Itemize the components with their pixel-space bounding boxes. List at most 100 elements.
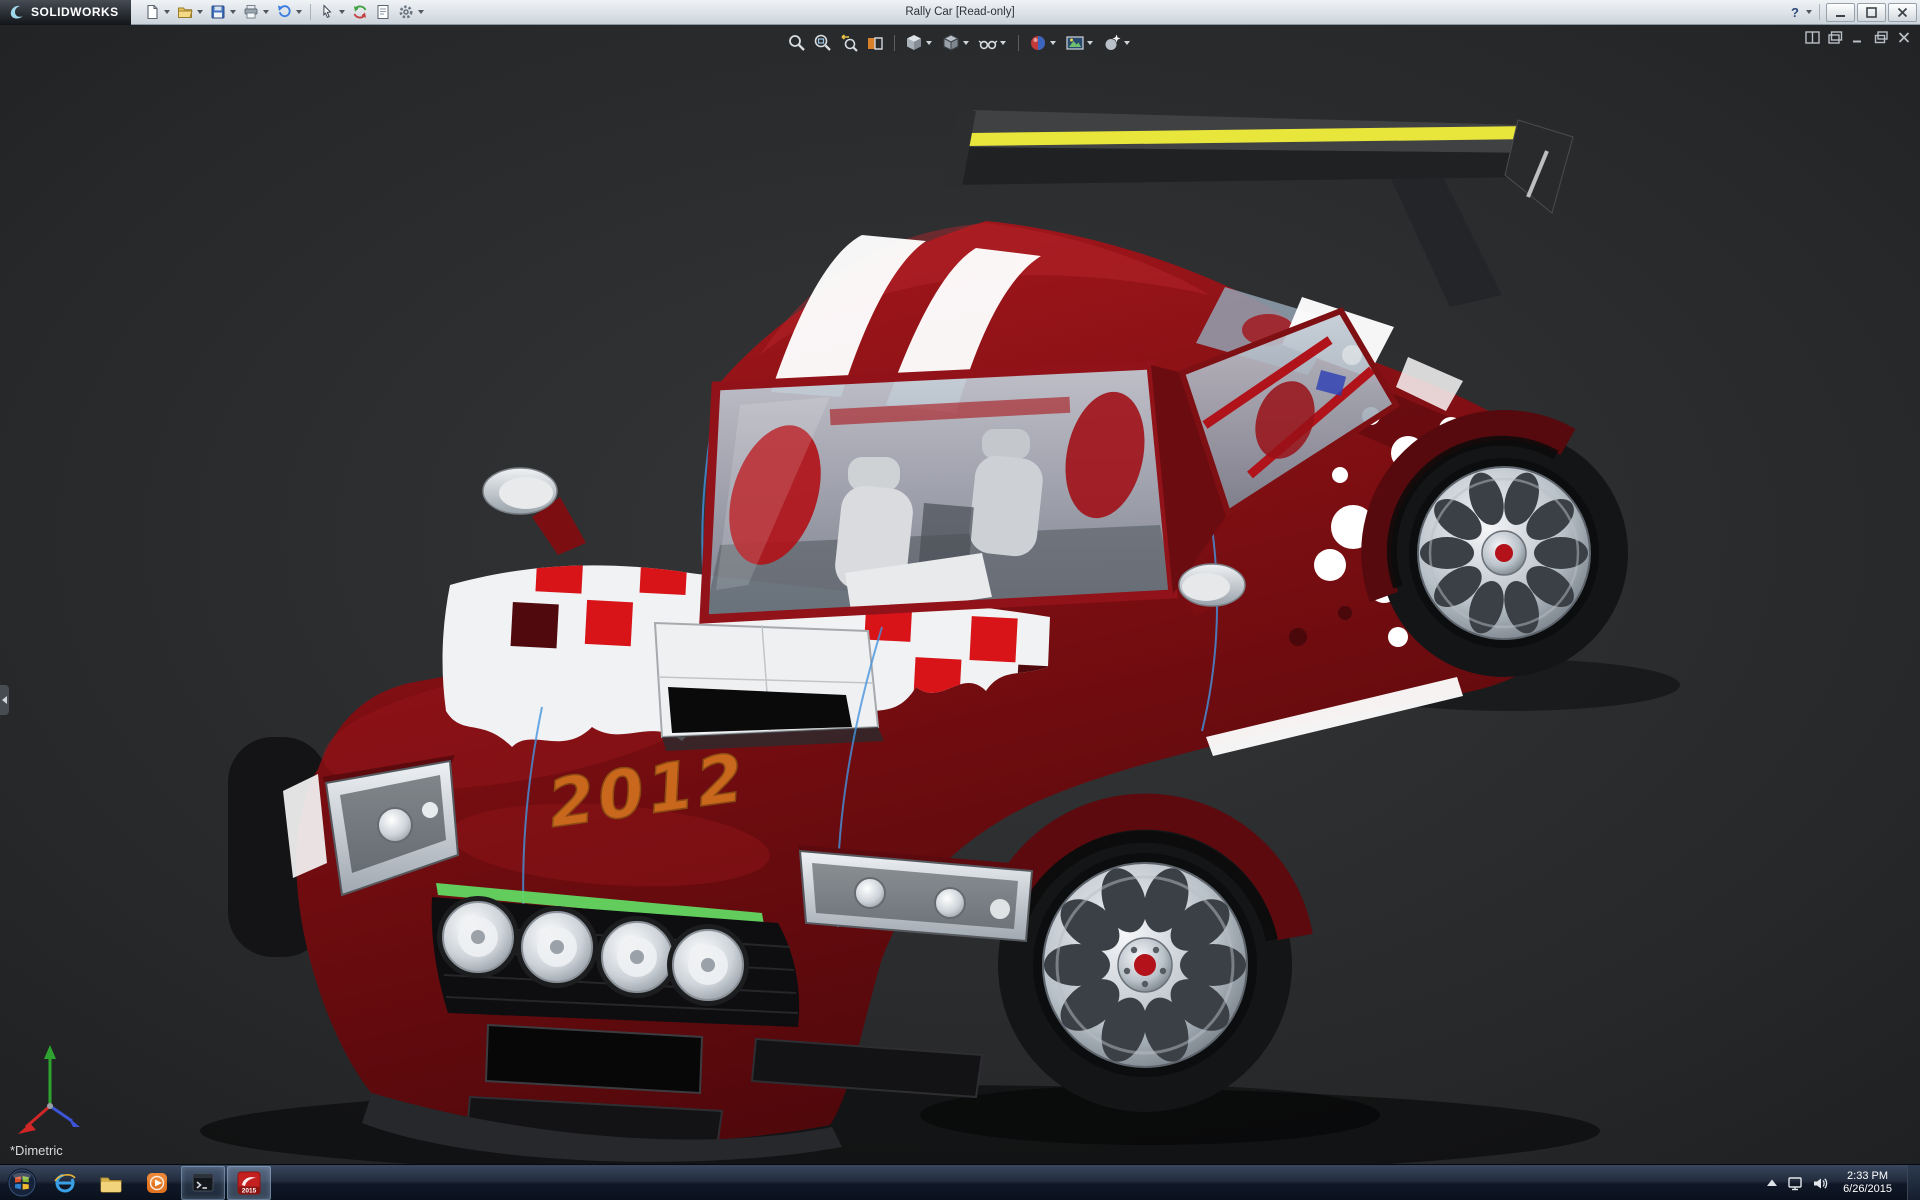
options-dropdown-arrow[interactable] — [418, 10, 424, 14]
new-dropdown-arrow[interactable] — [164, 10, 170, 14]
rebuild-button[interactable] — [349, 1, 371, 23]
taskbar-solidworks[interactable]: 2015 — [227, 1166, 271, 1200]
taskbar-file-explorer[interactable] — [89, 1166, 133, 1200]
command-prompt-icon — [192, 1172, 214, 1194]
hide-show-items-button[interactable] — [978, 33, 1009, 53]
edit-appearance-icon — [1028, 33, 1048, 53]
save-button[interactable] — [207, 1, 229, 23]
taskbar-internet-explorer[interactable] — [43, 1166, 87, 1200]
maximize-button[interactable] — [1857, 3, 1886, 22]
tile-windows-button[interactable] — [1805, 31, 1820, 47]
view-orientation-button[interactable] — [904, 33, 935, 53]
help-button[interactable]: ? — [1784, 1, 1806, 23]
window-title: Rally Car [Read-only] — [905, 6, 1014, 18]
maximize-icon — [1866, 7, 1877, 18]
edit-appearance-button[interactable] — [1028, 33, 1059, 53]
titlebar: SOLIDWORKS — [0, 0, 1920, 25]
start-button[interactable] — [5, 1166, 39, 1200]
print-dropdown-arrow[interactable] — [263, 10, 269, 14]
standard-toolbar — [131, 1, 427, 23]
network-icon — [1787, 1175, 1803, 1191]
file-properties-icon — [375, 4, 391, 20]
help-dropdown-arrow[interactable] — [1806, 10, 1812, 14]
show-hidden-icons-button[interactable] — [1766, 1178, 1778, 1188]
undo-button[interactable] — [273, 1, 295, 23]
close-icon — [1897, 7, 1908, 18]
select-button[interactable] — [316, 1, 338, 23]
taskbar: 2015 — [0, 1164, 1920, 1200]
new-document-icon — [144, 4, 160, 20]
windows-start-icon — [7, 1168, 37, 1198]
zoom-to-area-button[interactable] — [813, 33, 833, 53]
solidworks-app-icon: 2015 — [237, 1171, 261, 1195]
zoom-to-fit-button[interactable] — [787, 33, 807, 53]
close-button[interactable] — [1888, 3, 1917, 22]
save-icon — [210, 4, 226, 20]
file-properties-button[interactable] — [372, 1, 394, 23]
tray-volume-button[interactable] — [1812, 1175, 1828, 1191]
restore-document-button[interactable] — [1874, 31, 1889, 47]
solidworks-window: SOLIDWORKS — [0, 0, 1920, 1200]
internet-explorer-icon — [53, 1171, 77, 1195]
license-plate — [486, 1025, 702, 1093]
front-wheel[interactable] — [998, 812, 1295, 1112]
restore-document-icon — [1874, 31, 1889, 44]
brand-text: SOLIDWORKS — [31, 5, 119, 19]
folder-icon — [99, 1171, 123, 1195]
previous-view-icon — [839, 33, 859, 53]
minimize-document-icon — [1851, 31, 1866, 44]
reference-triad[interactable] — [10, 1028, 100, 1138]
minimize-icon — [1836, 15, 1845, 17]
close-document-button[interactable] — [1897, 31, 1912, 47]
tile-windows-icon — [1805, 31, 1820, 44]
tray-network-button[interactable] — [1787, 1175, 1803, 1191]
cascade-windows-icon — [1828, 31, 1843, 44]
hide-show-items-icon — [978, 33, 998, 53]
clock-time: 2:33 PM — [1843, 1170, 1892, 1183]
cascade-windows-button[interactable] — [1828, 31, 1843, 47]
show-desktop-button[interactable] — [1907, 1165, 1920, 1200]
open-button[interactable] — [174, 1, 196, 23]
display-style-button[interactable] — [941, 33, 972, 53]
taskbar-clock[interactable]: 2:33 PM 6/26/2015 — [1837, 1170, 1898, 1196]
chevron-left-icon — [2, 696, 7, 704]
minimize-button[interactable] — [1826, 3, 1855, 22]
undo-dropdown-arrow[interactable] — [296, 10, 302, 14]
3ds-compass-icon — [8, 3, 26, 21]
left-projector — [378, 808, 412, 842]
volume-icon — [1812, 1175, 1828, 1191]
apply-scene-icon — [1065, 33, 1085, 53]
display-style-icon — [941, 33, 961, 53]
options-gear-icon — [398, 4, 414, 20]
select-dropdown-arrow[interactable] — [339, 10, 345, 14]
clock-date: 6/26/2015 — [1843, 1183, 1892, 1196]
rebuild-icon — [352, 4, 368, 20]
view-orientation-icon — [904, 33, 924, 53]
previous-view-button[interactable] — [839, 33, 859, 53]
new-document-button[interactable] — [141, 1, 163, 23]
y-axis-arrow — [44, 1045, 56, 1059]
options-button[interactable] — [395, 1, 417, 23]
panel-flyout-tab[interactable] — [0, 685, 9, 715]
apply-scene-button[interactable] — [1065, 33, 1096, 53]
taskbar-media-player[interactable] — [135, 1166, 179, 1200]
window-controls: ? — [1784, 1, 1920, 23]
hud-separator — [894, 35, 895, 51]
taskbar-command-prompt[interactable] — [181, 1166, 225, 1200]
close-document-icon — [1897, 31, 1912, 44]
solidworks-badge-year: 2015 — [242, 1187, 257, 1194]
open-dropdown-arrow[interactable] — [197, 10, 203, 14]
document-window-controls — [1805, 31, 1912, 47]
zoom-fit-icon — [787, 33, 807, 53]
save-dropdown-arrow[interactable] — [230, 10, 236, 14]
model-scene[interactable]: 2012 — [0, 25, 1920, 1164]
view-orientation-label: *Dimetric — [10, 1143, 63, 1158]
view-settings-button[interactable] — [1102, 33, 1133, 53]
print-icon — [243, 4, 259, 20]
undo-icon — [276, 4, 292, 20]
hud-separator — [1018, 35, 1019, 51]
section-view-button[interactable] — [865, 33, 885, 53]
minimize-document-button[interactable] — [1851, 31, 1866, 47]
graphics-area[interactable]: 2012 — [0, 25, 1920, 1164]
print-button[interactable] — [240, 1, 262, 23]
